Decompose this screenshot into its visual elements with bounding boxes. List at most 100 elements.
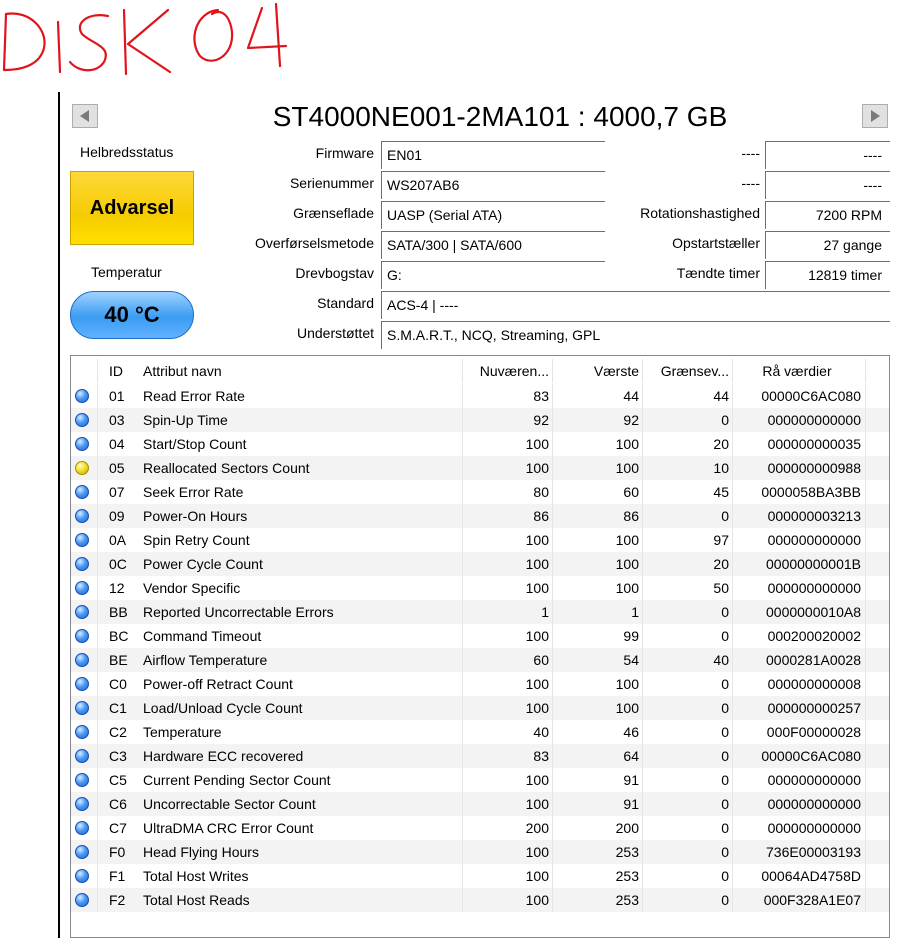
table-row[interactable]: 07 Seek Error Rate 80 60 45 0000058BA3BB xyxy=(71,480,889,504)
table-row[interactable]: 0A Spin Retry Count 100 100 97 000000000000 xyxy=(71,528,889,552)
table-row[interactable]: BB Reported Uncorrectable Errors 1 1 0 000000… xyxy=(71,600,889,624)
column-header-worst[interactable]: Værste xyxy=(553,359,643,383)
smart-attributes-table[interactable]: ID Attribut navn Nuværen... Værste Græns… xyxy=(70,355,890,938)
threshold-value: 0 xyxy=(721,604,729,620)
column-header-attribute-name[interactable]: Attribut navn xyxy=(143,359,463,383)
temperature-badge[interactable]: 40 °C xyxy=(70,291,194,339)
worst-value: 100 xyxy=(615,532,639,548)
column-header-current[interactable]: Nuværen... xyxy=(463,359,553,383)
unknown-field-1-value: ---- xyxy=(765,141,890,169)
attribute-id: 0C xyxy=(109,556,127,572)
threshold-value: 10 xyxy=(713,460,729,476)
column-header-raw-values[interactable]: Rå værdier xyxy=(733,359,865,383)
attribute-id: BB xyxy=(109,604,128,620)
attribute-id: C6 xyxy=(109,796,127,812)
table-row[interactable]: 09 Power-On Hours 86 86 0 000000003213 xyxy=(71,504,889,528)
current-value: 86 xyxy=(533,508,549,524)
attribute-id: BC xyxy=(109,628,129,644)
table-row[interactable]: BE Airflow Temperature 60 54 40 0000281A0028 xyxy=(71,648,889,672)
attribute-name: Total Host Reads xyxy=(143,892,250,908)
current-value: 100 xyxy=(525,892,549,908)
column-header-id[interactable]: ID xyxy=(109,359,143,383)
worst-value: 100 xyxy=(615,436,639,452)
status-good-icon xyxy=(75,797,89,811)
attribute-id: 05 xyxy=(109,460,125,476)
status-good-icon xyxy=(75,533,89,547)
threshold-value: 0 xyxy=(721,820,729,836)
standard-value: ACS-4 | ---- xyxy=(381,291,890,319)
status-good-icon xyxy=(75,581,89,595)
attribute-name: Command Timeout xyxy=(143,628,262,644)
table-row[interactable]: 01 Read Error Rate 83 44 44 00000C6AC080 xyxy=(71,384,889,408)
table-row[interactable]: 0C Power Cycle Count 100 100 20 00000000001B xyxy=(71,552,889,576)
table-row[interactable]: F1 Total Host Writes 100 253 0 00064AD4758D xyxy=(71,864,889,888)
attribute-id: C1 xyxy=(109,700,127,716)
health-status-label: Helbredsstatus xyxy=(80,144,174,160)
attribute-id: C0 xyxy=(109,676,127,692)
raw-value: 736E00003193 xyxy=(766,844,861,860)
next-disk-button[interactable] xyxy=(862,104,888,128)
attribute-name: Current Pending Sector Count xyxy=(143,772,331,788)
table-row[interactable]: C0 Power-off Retract Count 100 100 0 00000000… xyxy=(71,672,889,696)
attribute-id: C5 xyxy=(109,772,127,788)
threshold-value: 0 xyxy=(721,412,729,428)
worst-value: 92 xyxy=(623,412,639,428)
worst-value: 86 xyxy=(623,508,639,524)
status-good-icon xyxy=(75,869,89,883)
table-row[interactable]: C3 Hardware ECC recovered 83 64 0 00000C6AC08… xyxy=(71,744,889,768)
attribute-id: C7 xyxy=(109,820,127,836)
unknown-field-1-label: ---- xyxy=(741,145,760,161)
table-row[interactable]: F2 Total Host Reads 100 253 0 000F328A1E07 xyxy=(71,888,889,912)
attribute-name: Power-off Retract Count xyxy=(143,676,293,692)
table-row[interactable]: C1 Load/Unload Cycle Count 100 100 0 00000000… xyxy=(71,696,889,720)
threshold-value: 40 xyxy=(713,652,729,668)
power-on-count-label: Opstartstæller xyxy=(672,235,760,251)
threshold-value: 44 xyxy=(713,388,729,404)
threshold-value: 0 xyxy=(721,868,729,884)
unknown-field-2-value: ---- xyxy=(765,171,890,199)
attribute-id: C3 xyxy=(109,748,127,764)
attribute-name: Load/Unload Cycle Count xyxy=(143,700,303,716)
threshold-value: 0 xyxy=(721,772,729,788)
column-header-threshold[interactable]: Grænsev... xyxy=(643,359,733,383)
status-good-icon xyxy=(75,413,89,427)
unknown-field-2-label: ---- xyxy=(741,175,760,191)
previous-disk-button[interactable] xyxy=(72,104,98,128)
attribute-name: Read Error Rate xyxy=(143,388,245,404)
health-status-badge[interactable]: Advarsel xyxy=(70,171,194,245)
attribute-id: 04 xyxy=(109,436,125,452)
table-row[interactable]: C7 UltraDMA CRC Error Count 200 200 0 0000000… xyxy=(71,816,889,840)
table-row[interactable]: 04 Start/Stop Count 100 100 20 000000000035 xyxy=(71,432,889,456)
current-value: 100 xyxy=(525,580,549,596)
status-good-icon xyxy=(75,701,89,715)
current-value: 100 xyxy=(525,532,549,548)
disk-title: ST4000NE001-2MA101 : 4000,7 GB xyxy=(272,101,728,132)
serial-number-value: WS207AB6 xyxy=(381,171,605,199)
power-on-count-value: 27 gange xyxy=(765,231,890,259)
table-row[interactable]: BC Command Timeout 100 99 0 000200020002 xyxy=(71,624,889,648)
status-good-icon xyxy=(75,557,89,571)
current-value: 100 xyxy=(525,460,549,476)
attribute-name: Hardware ECC recovered xyxy=(143,748,304,764)
table-row[interactable]: 12 Vendor Specific 100 100 50 000000000000 xyxy=(71,576,889,600)
threshold-value: 20 xyxy=(713,436,729,452)
attribute-name: Spin-Up Time xyxy=(143,412,228,428)
raw-value: 000000000000 xyxy=(767,796,861,812)
table-row[interactable]: C5 Current Pending Sector Count 100 91 0 0000… xyxy=(71,768,889,792)
status-good-icon xyxy=(75,677,89,691)
current-value: 100 xyxy=(525,628,549,644)
current-value: 1 xyxy=(541,604,549,620)
current-value: 92 xyxy=(533,412,549,428)
worst-value: 44 xyxy=(623,388,639,404)
table-row[interactable]: 03 Spin-Up Time 92 92 0 000000000000 xyxy=(71,408,889,432)
table-row[interactable]: C6 Uncorrectable Sector Count 100 91 0 000000… xyxy=(71,792,889,816)
status-warning-icon xyxy=(75,461,89,475)
current-value: 100 xyxy=(525,796,549,812)
raw-value: 000000000035 xyxy=(767,436,861,452)
status-good-icon xyxy=(75,485,89,499)
table-row[interactable]: C2 Temperature 40 46 0 000F00000028 xyxy=(71,720,889,744)
worst-value: 253 xyxy=(615,844,639,860)
table-row[interactable]: F0 Head Flying Hours 100 253 0 736E00003193 xyxy=(71,840,889,864)
table-row[interactable]: 05 Reallocated Sectors Count 100 100 10 00000… xyxy=(71,456,889,480)
attribute-name: Uncorrectable Sector Count xyxy=(143,796,316,812)
